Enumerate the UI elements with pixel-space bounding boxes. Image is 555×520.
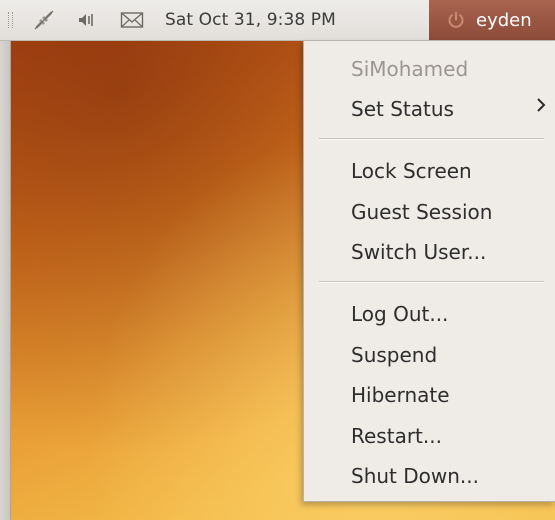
mail-icon[interactable] (119, 0, 145, 40)
menu-item-log-out[interactable]: Log Out... (351, 302, 448, 326)
menu-separator (319, 281, 544, 283)
top-panel: Sat Oct 31, 9:38 PM eyden (0, 0, 555, 41)
clock[interactable]: Sat Oct 31, 9:38 PM (165, 10, 336, 30)
panel-grip[interactable] (8, 12, 13, 28)
menu-header-username: SiMohamed (351, 57, 469, 81)
menu-item-suspend[interactable]: Suspend (351, 343, 437, 367)
power-icon (448, 11, 464, 28)
volume-icon[interactable] (73, 0, 99, 40)
menu-item-set-status[interactable]: Set Status (351, 97, 454, 121)
menu-item-restart[interactable]: Restart... (351, 424, 442, 448)
network-icon[interactable] (29, 0, 59, 40)
menu-item-lock-screen[interactable]: Lock Screen (351, 159, 472, 183)
menu-item-guest-session[interactable]: Guest Session (351, 200, 492, 224)
menu-item-shut-down[interactable]: Shut Down... (351, 464, 479, 488)
menu-item-hibernate[interactable]: Hibernate (351, 383, 450, 407)
user-session-menu: SiMohamed Set Status Lock Screen Guest S… (303, 41, 555, 502)
left-window-edge (0, 0, 11, 520)
menu-item-switch-user[interactable]: Switch User... (351, 240, 486, 264)
user-menu-button[interactable]: eyden (429, 0, 555, 40)
menu-separator (319, 138, 544, 140)
chevron-right-icon (537, 98, 546, 112)
user-name: eyden (476, 9, 532, 31)
